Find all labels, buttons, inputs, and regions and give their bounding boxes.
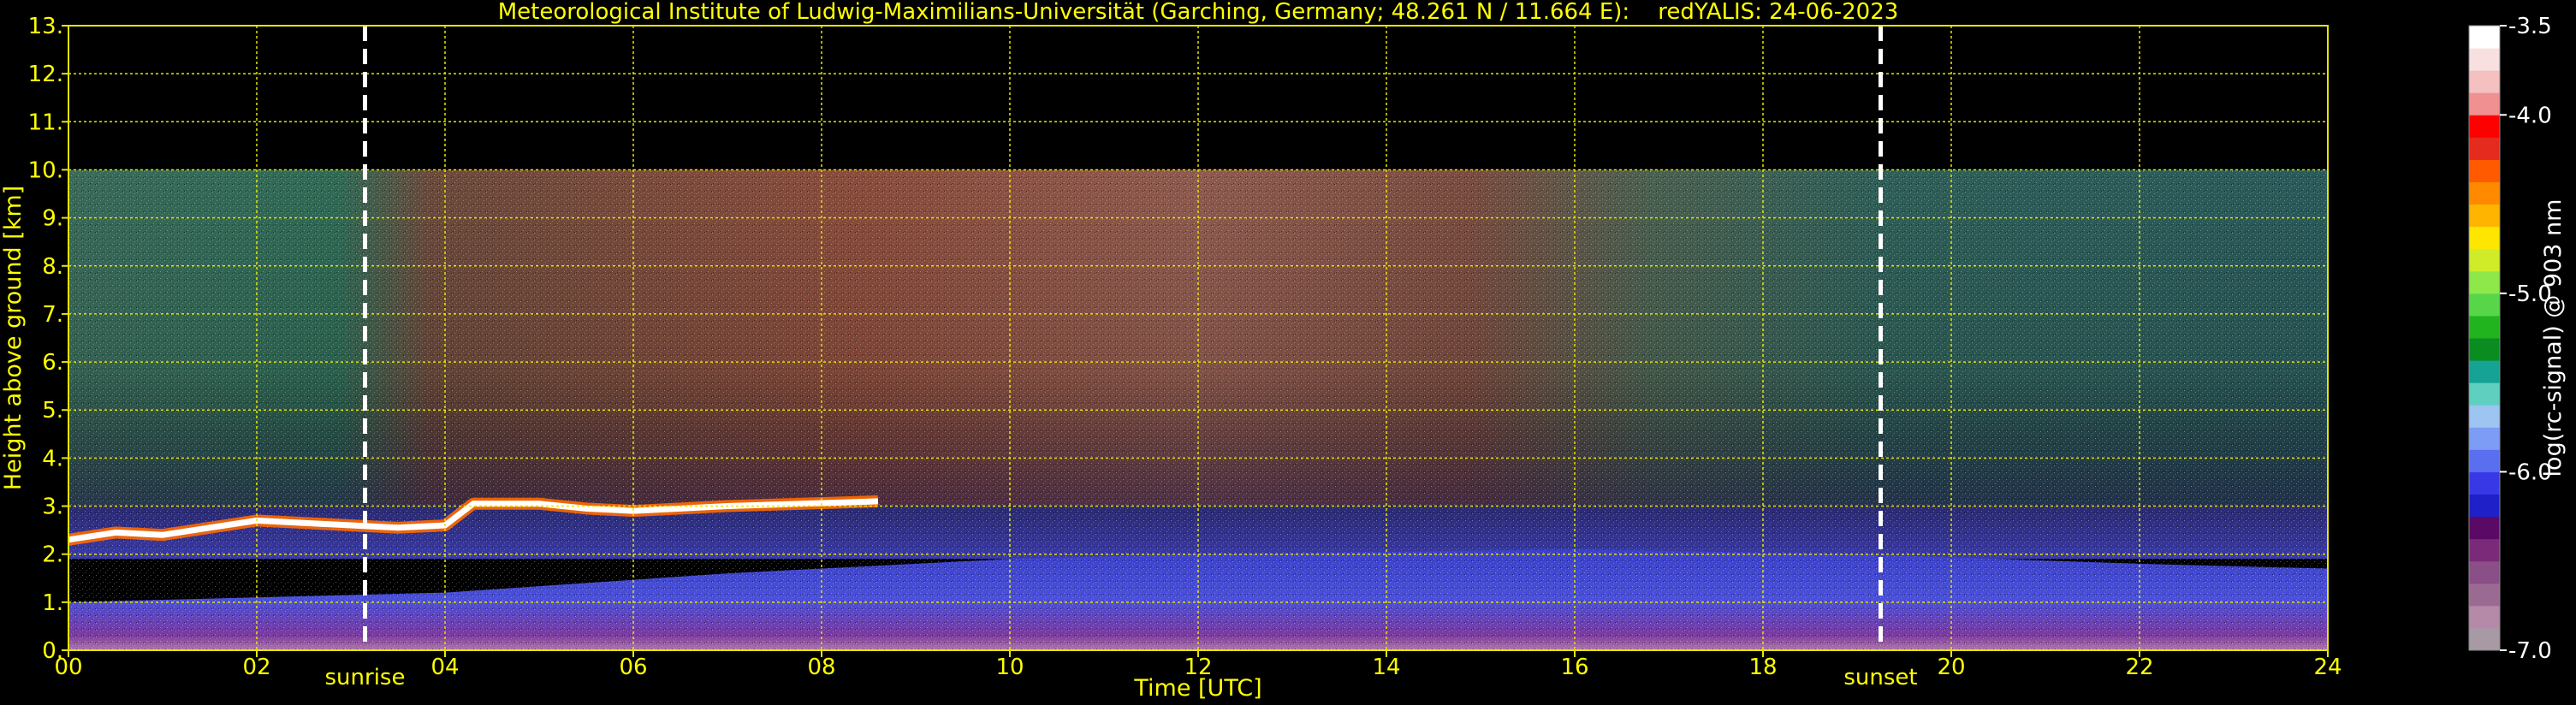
lidar-backscatter-chart: sunrise sunset 00 02 04 06 08 10 12 14 16 18 20 22 24…: [0, 0, 2567, 702]
x-tick-label: 08: [807, 655, 835, 680]
x-tick-label: 18: [1748, 655, 1777, 680]
chart-title: Meteorological Institute of Ludwig-Maxim…: [498, 0, 1899, 25]
colorbar-swatch: [2469, 270, 2500, 294]
y-tick-label: 7.: [42, 302, 63, 328]
colorbar-swatch: [2469, 560, 2500, 584]
colorbar-swatch: [2469, 471, 2500, 495]
colorbar-swatch: [2469, 449, 2500, 472]
y-tick-label: 2.: [42, 542, 63, 568]
colorbar-swatch: [2469, 627, 2500, 651]
y-tick-label: 6.: [42, 350, 63, 376]
x-tick-label: 24: [2313, 655, 2342, 680]
colorbar-swatch: [2469, 315, 2500, 339]
colorbar-swatch: [2469, 583, 2500, 607]
y-tick-label: 4.: [42, 446, 63, 471]
colorbar-tick-label: -4.0: [2508, 103, 2552, 128]
y-tick-label: 12.: [28, 62, 63, 87]
colorbar-swatch: [2469, 204, 2500, 228]
colorbar-swatch: [2469, 382, 2500, 406]
x-tick-label: 14: [1372, 655, 1400, 680]
x-tick-label: 22: [2125, 655, 2153, 680]
colorbar-swatch: [2469, 48, 2500, 71]
y-tick-label: 3.: [42, 495, 63, 520]
y-tick-label: 13.: [28, 14, 63, 39]
colorbar-swatch: [2469, 516, 2500, 540]
colorbar-swatch: [2469, 605, 2500, 629]
x-tick-label: 10: [995, 655, 1024, 680]
colorbar-swatch: [2469, 538, 2500, 562]
y-tick-label: 0.: [42, 638, 63, 664]
y-axis-label: Height above ground [km]: [0, 186, 27, 490]
colorbar-swatch: [2469, 26, 2500, 49]
y-tick-label: 11.: [28, 110, 63, 135]
colorbar-tick-label: -7.0: [2508, 638, 2552, 664]
x-tick-label: 06: [619, 655, 647, 680]
x-tick-label: 04: [430, 655, 459, 680]
colorbar-swatch: [2469, 137, 2500, 160]
colorbar-swatch: [2469, 181, 2500, 205]
colorbar-swatch: [2469, 360, 2500, 383]
colorbar-swatch: [2469, 293, 2500, 317]
y-tick-label: 8.: [42, 254, 63, 280]
colorbar-tick-label: -3.5: [2508, 14, 2552, 39]
y-tick-label: 9.: [42, 206, 63, 232]
colorbar-swatch: [2469, 248, 2500, 272]
sunrise-label: sunrise: [325, 665, 406, 690]
y-tick-label: 10.: [28, 157, 63, 183]
colorbar-swatch: [2469, 226, 2500, 250]
y-tick-label: 5.: [42, 398, 63, 424]
colorbar-label: log(rc-signal) @ 903 nm: [2540, 199, 2567, 477]
colorbar-swatch: [2469, 92, 2500, 116]
colorbar-swatch: [2469, 405, 2500, 428]
colorbar-swatch: [2469, 494, 2500, 518]
colorbar-swatch: [2469, 338, 2500, 361]
sunset-label: sunset: [1843, 665, 1917, 690]
colorbar-swatch: [2469, 70, 2500, 93]
x-tick-label: 20: [1937, 655, 1965, 680]
colorbar-swatch: [2469, 427, 2500, 450]
x-tick-label: 02: [242, 655, 270, 680]
colorbar-swatch: [2469, 115, 2500, 138]
x-axis-label: Time [UTC]: [1133, 675, 1261, 702]
colorbar-swatch: [2469, 159, 2500, 182]
x-tick-label: 16: [1560, 655, 1588, 680]
y-tick-label: 1.: [42, 590, 63, 616]
